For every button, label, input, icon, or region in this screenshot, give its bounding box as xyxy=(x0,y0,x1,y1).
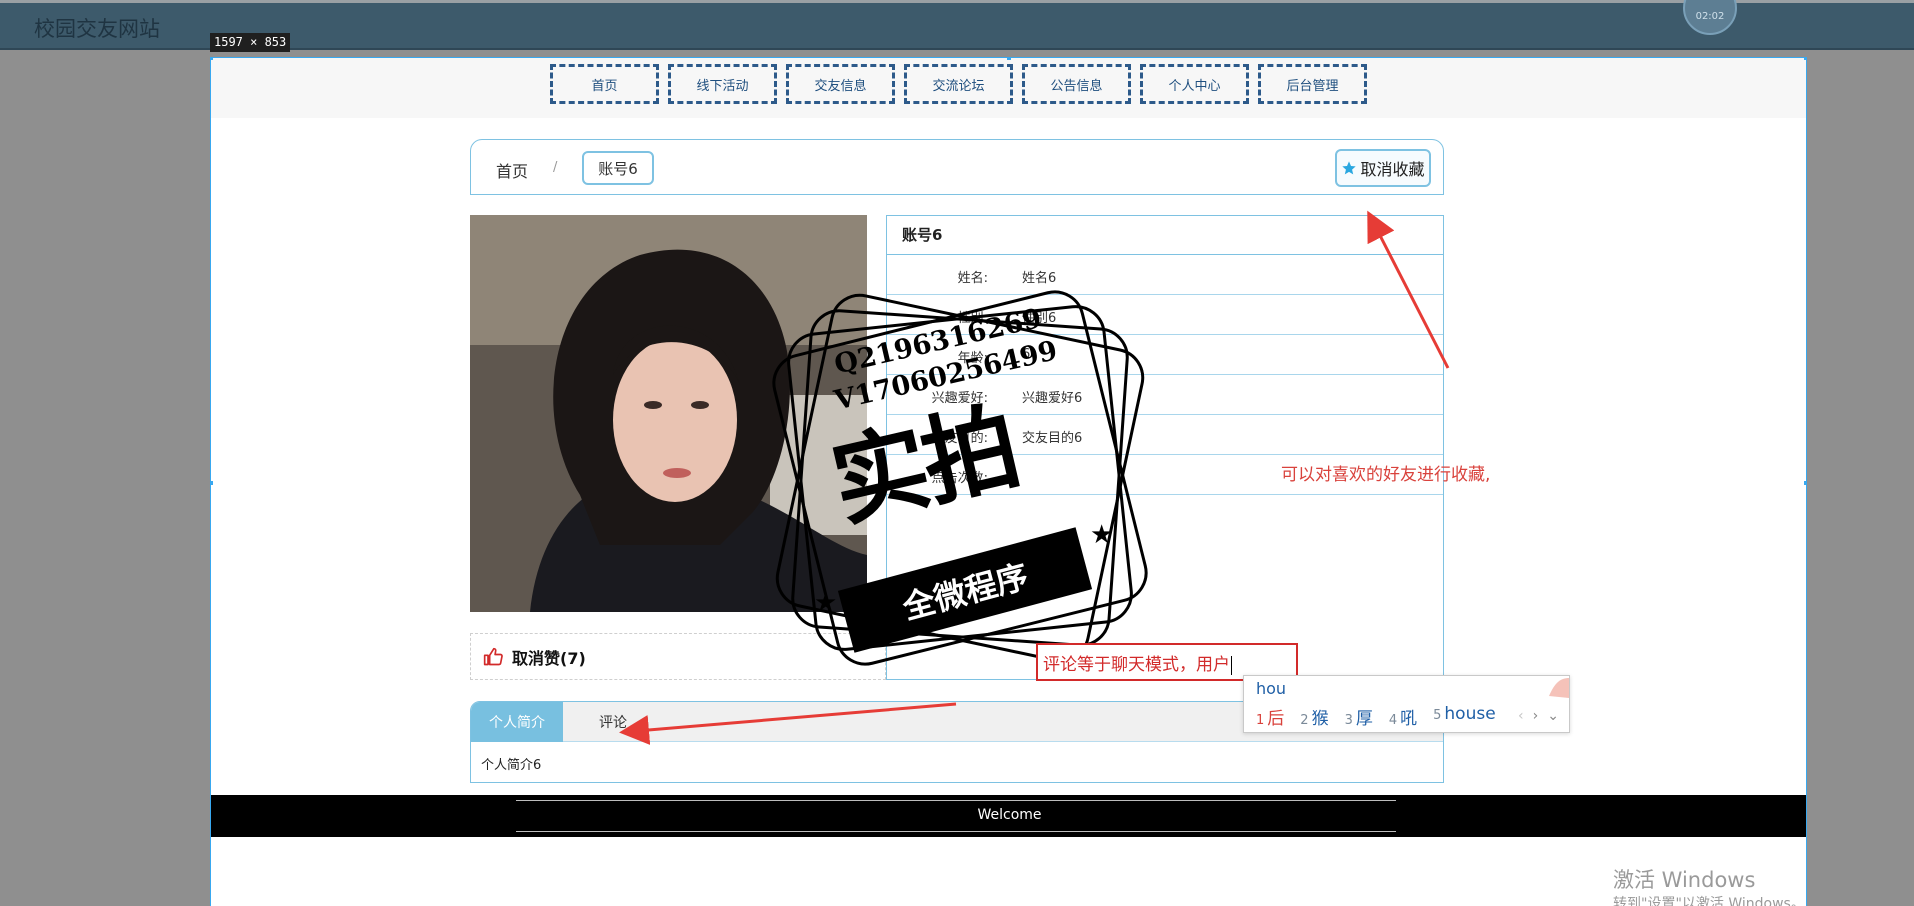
nav-announcements[interactable]: 公告信息 xyxy=(1022,64,1131,104)
nav-list: 首页 线下活动 交友信息 交流论坛 公告信息 个人中心 后台管理 xyxy=(550,64,1367,104)
info-label: 性别: xyxy=(957,311,988,326)
ime-expand-icon[interactable]: ⌄ xyxy=(1547,708,1559,724)
tab-intro[interactable]: 个人简介 xyxy=(471,702,563,742)
ime-candidate-number: 2 xyxy=(1300,713,1309,728)
resize-handle[interactable] xyxy=(211,481,213,485)
star-icon xyxy=(1342,161,1357,175)
canvas-size-label: 1597 × 853 xyxy=(210,33,291,52)
ime-candidate-number: 1 xyxy=(1256,713,1265,728)
info-row-purpose: 交友目的: 交友目的6 xyxy=(887,415,1443,455)
windows-activation-subtitle: 转到"设置"以激活 Windows。 xyxy=(1613,896,1805,906)
profile-info-table: 账号6 姓名: 姓名6 性别: 性别6 年龄: 6 兴趣爱好: 兴趣爱好6 交友… xyxy=(886,215,1444,680)
ime-candidate-number: 3 xyxy=(1344,713,1353,728)
nav-personal-center[interactable]: 个人中心 xyxy=(1140,64,1249,104)
nav-dating-info[interactable]: 交友信息 xyxy=(786,64,895,104)
canvas-frame: 首页 线下活动 交友信息 交流论坛 公告信息 个人中心 后台管理 首页 / 账号… xyxy=(210,57,1807,906)
nav-home[interactable]: 首页 xyxy=(550,64,659,104)
resize-handle[interactable] xyxy=(1804,481,1806,485)
ime-candidate[interactable]: 3厚 xyxy=(1345,704,1373,729)
ime-controls: ‹ › ⌄ xyxy=(1518,708,1559,724)
info-label: 交友目的: xyxy=(931,431,988,446)
annotation-text: 评论等于聊天模式，用户 xyxy=(1043,655,1230,675)
ime-candidate-text: 猴 xyxy=(1311,709,1329,729)
unfavorite-label: 取消收藏 xyxy=(1360,162,1425,179)
info-label: 点击次数: xyxy=(931,471,988,486)
ime-composition: hou xyxy=(1256,679,1287,698)
breadcrumb-current: 账号6 xyxy=(582,151,654,185)
ime-candidate[interactable]: 4吼 xyxy=(1389,704,1417,729)
footer-divider xyxy=(516,800,1396,801)
ime-candidate-number: 5 xyxy=(1433,708,1442,723)
unlike-button[interactable]: 取消赞(7) xyxy=(470,633,886,680)
unfavorite-button[interactable]: 取消收藏 xyxy=(1335,149,1431,187)
info-row-age: 年龄: 6 xyxy=(887,335,1443,375)
profile-photo xyxy=(470,215,867,612)
breadcrumb-home-link[interactable]: 首页 xyxy=(496,158,528,182)
info-row-hobbies: 兴趣爱好: 兴趣爱好6 xyxy=(887,375,1443,415)
clock-badge: 02:02 xyxy=(1683,0,1737,35)
info-label: 兴趣爱好: xyxy=(931,391,988,406)
ime-candidates: 1后 2猴 3厚 4吼 5 house xyxy=(1256,704,1496,729)
ime-candidate-number: 4 xyxy=(1388,713,1398,728)
text-caret xyxy=(1231,655,1232,675)
site-footer: Welcome xyxy=(211,795,1806,837)
ime-candidate-text: 后 xyxy=(1267,709,1285,729)
thumbs-up-icon xyxy=(483,647,503,665)
info-value: 交友目的6 xyxy=(1022,431,1083,446)
windows-activation-title: 激活 Windows xyxy=(1613,868,1756,892)
tab-comments[interactable]: 评论 xyxy=(588,702,638,742)
info-label: 年龄: xyxy=(957,351,988,366)
info-value: 6 xyxy=(1022,347,1031,362)
info-value: 姓名6 xyxy=(1022,271,1057,286)
ime-candidate[interactable]: 2猴 xyxy=(1300,704,1328,729)
nav-admin[interactable]: 后台管理 xyxy=(1258,64,1367,104)
info-label: 姓名: xyxy=(957,271,988,286)
favorite-annotation: 可以对喜欢的好友进行收藏, xyxy=(1281,465,1491,485)
info-row-gender: 性别: 性别6 xyxy=(887,295,1443,335)
ime-candidate[interactable]: 1后 xyxy=(1256,704,1284,729)
ime-candidate[interactable]: 5 house xyxy=(1433,704,1496,729)
site-nav: 首页 线下活动 交友信息 交流论坛 公告信息 个人中心 后台管理 xyxy=(211,58,1806,118)
info-value: 性别6 xyxy=(1022,311,1057,326)
footer-welcome: Welcome xyxy=(977,807,1042,823)
resize-handle[interactable] xyxy=(1804,58,1806,60)
unlike-label: 取消赞(7) xyxy=(512,648,586,668)
resize-handle[interactable] xyxy=(1007,58,1011,60)
app-title: 校园交友网站 xyxy=(34,17,160,41)
resize-handle[interactable] xyxy=(211,58,213,60)
breadcrumb: 首页 / 账号6 取消收藏 xyxy=(470,139,1444,195)
ime-candidate-window: hou 1后 2猴 3厚 4吼 5 house ‹ › ⌄ xyxy=(1243,675,1570,733)
ime-prev-page-icon[interactable]: ‹ xyxy=(1518,708,1524,724)
info-row-name: 姓名: 姓名6 xyxy=(887,255,1443,295)
profile-title: 账号6 xyxy=(887,216,1443,255)
breadcrumb-separator: / xyxy=(553,160,558,175)
ime-skin-decoration xyxy=(1549,678,1569,698)
nav-forum[interactable]: 交流论坛 xyxy=(904,64,1013,104)
tab-content: 个人简介6 xyxy=(481,758,542,773)
info-value: 兴趣爱好6 xyxy=(1022,391,1083,406)
ime-candidate-text: 吼 xyxy=(1400,709,1418,729)
ime-next-page-icon[interactable]: › xyxy=(1533,708,1539,724)
ime-candidate-text: 厚 xyxy=(1355,709,1373,729)
ime-candidate-text: house xyxy=(1444,704,1496,724)
nav-offline-activities[interactable]: 线下活动 xyxy=(668,64,777,104)
footer-divider xyxy=(516,831,1396,832)
